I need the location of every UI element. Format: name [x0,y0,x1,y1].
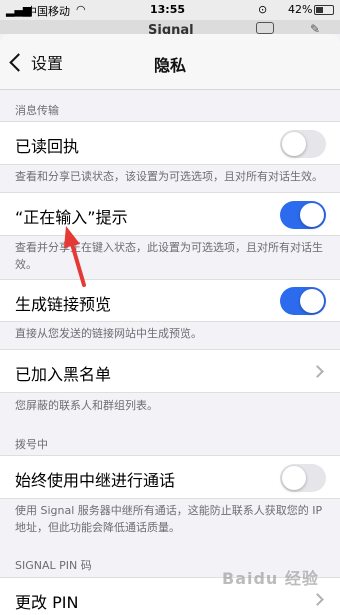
section-header-messaging: 消息传输 [15,104,59,117]
battery-percent: 42% [288,3,313,16]
typing-indicators-row: “正在输入”提示 [0,192,340,236]
link-previews-label: 生成链接预览 [15,295,112,314]
watermark: Baidu 经验 [222,569,319,588]
change-pin-label: 更改 PIN [15,593,79,612]
read-receipts-footnote: 查看和分享已读状态，该设置为可选选项，且对所有对话生效。 [15,170,323,183]
relay-calls-footnote: 使用 Signal 服务器中继所有通话，这能防止联系人获取您的 IP 地址，但此… [15,504,323,534]
compose-icon: ✎ [310,22,321,34]
relay-calls-label: 始终使用中继进行通话 [15,471,176,490]
chevron-right-icon [311,365,324,378]
typing-indicators-toggle[interactable] [280,201,326,229]
carrier-label: 中国移动 [26,5,70,18]
privacy-settings-sheet: 设置 隐私 消息传输 已读回执 查看和分享已读状态，该设置为可选选项，且对所有对… [0,34,340,615]
blocked-list-label: 已加入黑名单 [15,365,112,384]
link-previews-footnote: 直接从您发送的链接网站中生成预览。 [15,327,202,340]
typing-indicators-footnote: 查看并分享正在键入状态，此设置为可选选项，且对所有对话生效。 [15,241,323,271]
blocked-list-footnote: 您屏蔽的联系人和群组列表。 [15,399,158,412]
blocked-list-row[interactable]: 已加入黑名单 [0,349,340,393]
background-page: Signal ✎ [0,20,340,34]
section-header-pin: SIGNAL PIN 码 [15,559,92,572]
read-receipts-row: 已读回执 [0,121,340,165]
typing-indicators-label: “正在输入”提示 [15,208,128,227]
page-title: 隐私 [153,56,186,75]
section-header-calling: 拨号中 [15,438,48,451]
background-title: Signal [148,23,194,34]
clock: 13:55 [150,3,186,16]
wifi-icon: ◠ [76,3,86,16]
status-bar: ▂▄▆ 中国移动 ◠ 13:55 ⊙ 42% [0,0,340,20]
relay-calls-toggle[interactable] [280,464,326,492]
relay-calls-row: 始终使用中继进行通话 [0,455,340,499]
navigation-bar: 设置 隐私 [0,34,340,90]
camera-icon [256,22,274,34]
link-previews-toggle[interactable] [280,287,326,315]
battery-icon [314,5,334,15]
rotation-lock-icon: ⊙ [258,3,268,16]
read-receipts-toggle[interactable] [280,130,326,158]
read-receipts-label: 已读回执 [15,137,80,156]
link-previews-row: 生成链接预览 [0,279,340,322]
chevron-right-icon [311,593,324,606]
